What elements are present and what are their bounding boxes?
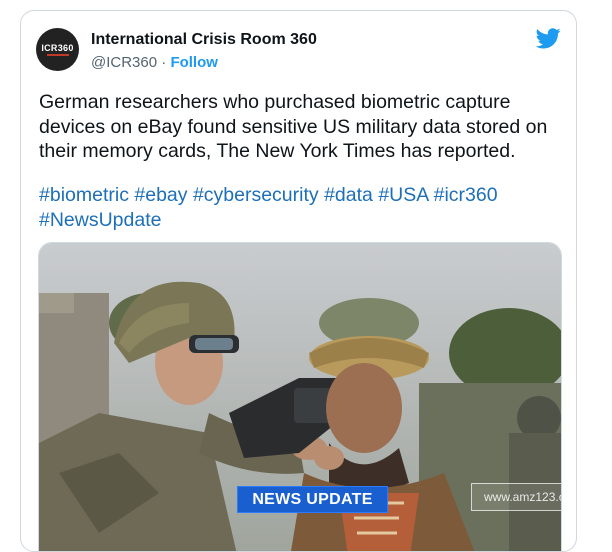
avatar-logo-bar xyxy=(46,54,69,56)
handle-separator: · xyxy=(161,54,167,71)
author-handle[interactable]: @ICR360 xyxy=(91,54,157,71)
author-name[interactable]: International Crisis Room 360 xyxy=(91,31,317,49)
tweet-card[interactable]: ICR360 International Crisis Room 360 @IC… xyxy=(20,10,577,552)
follow-button[interactable]: Follow xyxy=(170,54,218,71)
avatar-logo-text: ICR360 xyxy=(41,43,74,53)
tweet-text: German researchers who purchased biometr… xyxy=(39,91,548,162)
news-update-banner: NEWS UPDATE xyxy=(237,486,388,513)
hashtag[interactable]: #data xyxy=(324,184,373,206)
avatar[interactable]: ICR360 xyxy=(36,28,79,71)
hashtag[interactable]: #cybersecurity xyxy=(193,184,319,206)
hashtag-list: #biometric #ebay #cybersecurity #data #U… xyxy=(39,183,564,232)
twitter-bird-icon[interactable] xyxy=(536,28,561,49)
tweet-media-image[interactable]: NEWS UPDATE www.amz123.c xyxy=(38,242,562,551)
hashtag[interactable]: #NewsUpdate xyxy=(39,209,161,231)
hashtag[interactable]: #USA xyxy=(378,184,428,206)
hashtag[interactable]: #icr360 xyxy=(434,184,498,206)
hashtag[interactable]: #biometric xyxy=(39,184,129,206)
handle-row: @ICR360 · Follow xyxy=(91,54,218,71)
watermark-text: www.amz123.c xyxy=(471,483,561,511)
hashtag[interactable]: #ebay xyxy=(134,184,187,206)
